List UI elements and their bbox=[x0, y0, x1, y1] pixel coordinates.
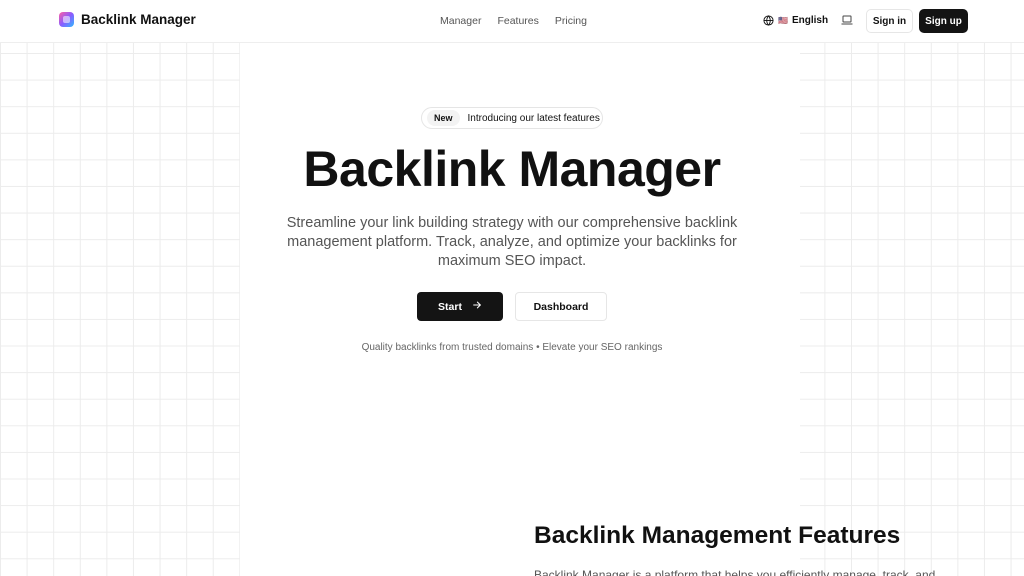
announcement-text: Introducing our latest features bbox=[467, 112, 600, 124]
start-button[interactable]: Start bbox=[417, 292, 503, 321]
announcement-pill[interactable]: New Introducing our latest features bbox=[421, 107, 603, 129]
laptop-icon bbox=[841, 12, 853, 30]
sign-in-button[interactable]: Sign in bbox=[866, 9, 913, 33]
flag-icon: 🇺🇸 bbox=[778, 16, 788, 25]
theme-toggle-button[interactable] bbox=[836, 12, 858, 30]
site-header: Backlink Manager Manager Features Pricin… bbox=[0, 0, 1024, 43]
dashboard-button[interactable]: Dashboard bbox=[515, 292, 607, 321]
language-label: English bbox=[791, 15, 829, 26]
nav-item-pricing[interactable]: Pricing bbox=[555, 15, 587, 27]
features-title: Backlink Management Features bbox=[534, 522, 901, 549]
arrow-right-icon bbox=[472, 300, 482, 313]
hero-subtitle: Streamline your link building strategy w… bbox=[286, 215, 738, 269]
brand[interactable]: Backlink Manager bbox=[59, 12, 196, 27]
nav-item-features[interactable]: Features bbox=[497, 15, 538, 27]
page: Backlink Manager Manager Features Pricin… bbox=[0, 0, 1024, 576]
start-button-label: Start bbox=[438, 300, 462, 313]
nav-item-manager[interactable]: Manager bbox=[440, 15, 481, 27]
sign-up-button[interactable]: Sign up bbox=[919, 9, 968, 33]
features-intro: Backlink Manager is a platform that help… bbox=[534, 568, 936, 576]
hero-title: Backlink Manager bbox=[303, 141, 721, 197]
new-badge: New bbox=[427, 110, 460, 126]
hero-tagline: Quality backlinks from trusted domains •… bbox=[361, 342, 663, 353]
language-selector[interactable]: 🇺🇸 English bbox=[763, 15, 828, 26]
globe-icon bbox=[763, 15, 774, 26]
main-nav: Manager Features Pricing bbox=[440, 15, 587, 27]
brand-name: Backlink Manager bbox=[81, 12, 196, 27]
backlink-logo-icon bbox=[59, 12, 74, 27]
